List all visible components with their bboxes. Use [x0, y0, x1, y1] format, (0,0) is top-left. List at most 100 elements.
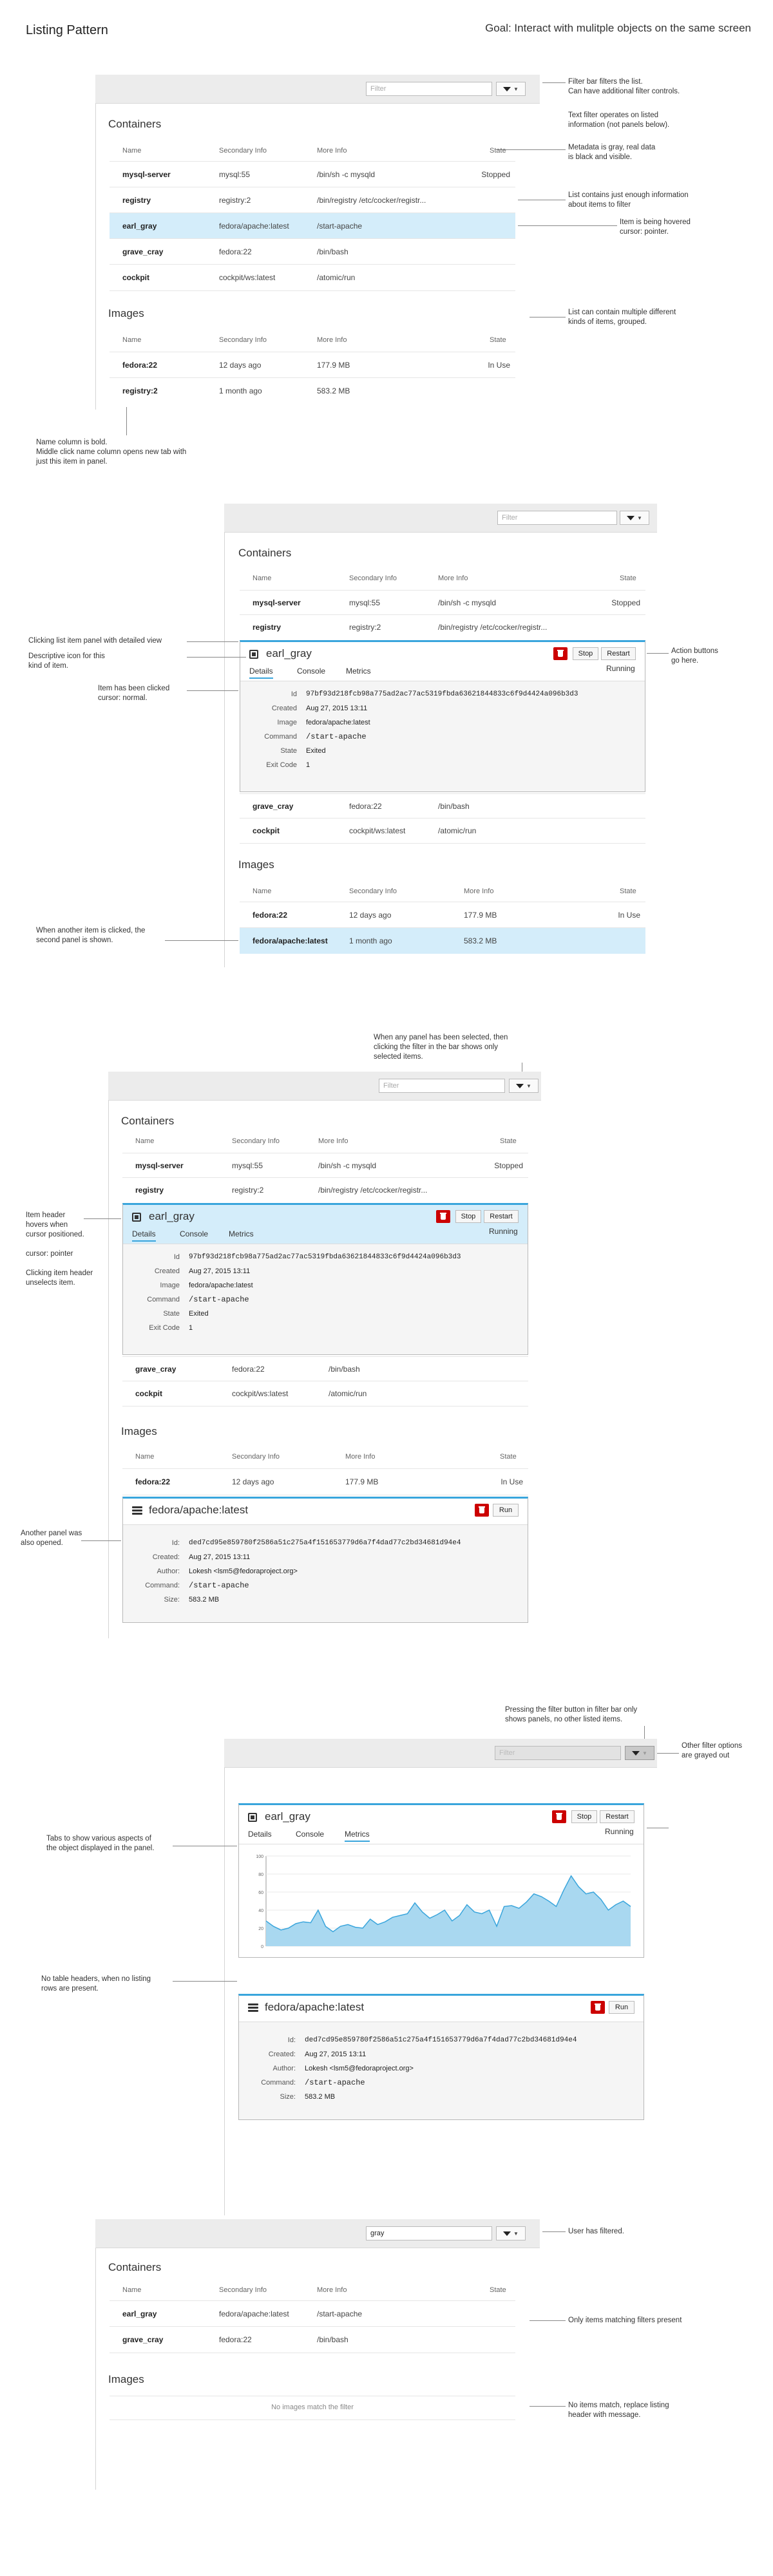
panel-header[interactable]: earl_gray Stop Restart Running Details C… — [239, 1805, 644, 1844]
table-row-hovered[interactable]: earl_gray fedora/apache:latest /start-ap… — [110, 213, 515, 239]
detail-key: Id: — [287, 2036, 296, 2044]
restart-button[interactable]: Restart — [601, 647, 636, 660]
table-row[interactable]: cockpit cockpit/ws:latest /atomic/run — [240, 818, 645, 844]
panel-header[interactable]: fedora/apache:latest Run — [239, 1996, 644, 2022]
row-name: grave_cray — [253, 802, 294, 811]
delete-button[interactable] — [475, 1504, 489, 1517]
detail-value: ded7cd95e859780f2586a51c275a4f151653779d… — [305, 2036, 577, 2044]
detail-value: /start-apache — [305, 2078, 365, 2087]
container-icon — [248, 1813, 257, 1822]
funnel-icon — [516, 1084, 524, 1088]
detail-value: fedora/apache:latest — [189, 1282, 253, 1289]
filter-bar: Filter ▼ — [95, 75, 540, 104]
table-row[interactable]: grave_cray fedora:22 /bin/bash — [122, 1356, 528, 1381]
table-row[interactable]: registry:2 1 month ago 583.2 MB — [110, 377, 515, 404]
stop-button[interactable]: Stop — [573, 647, 598, 660]
filter-input[interactable]: gray — [366, 2226, 492, 2240]
tab-console[interactable]: Console — [180, 1229, 208, 1238]
filter-input[interactable]: Filter — [379, 1079, 505, 1093]
callout-line — [647, 653, 669, 654]
table-row[interactable]: mysql-server mysql:55 /bin/sh -c mysqld … — [240, 590, 645, 615]
row-more: 177.9 MB — [345, 1477, 379, 1486]
tab-console[interactable]: Console — [297, 667, 325, 676]
table-row[interactable]: earl_gray fedora/apache:latest /start-ap… — [110, 2300, 515, 2327]
filter-button-pressed[interactable]: ▼ — [625, 1746, 654, 1760]
filter-button[interactable]: ▼ — [496, 2226, 526, 2240]
row-secondary: fedora/apache:latest — [219, 222, 289, 231]
table-row[interactable]: registry registry:2 /bin/registry /etc/c… — [110, 187, 515, 213]
stop-button[interactable]: Stop — [455, 1210, 481, 1223]
delete-button[interactable] — [436, 1210, 450, 1223]
tab-metrics[interactable]: Metrics — [229, 1229, 254, 1238]
callout-line — [187, 641, 238, 642]
table-row[interactable]: mysql-server mysql:55 /bin/sh -c mysqld … — [110, 161, 515, 187]
container-icon — [249, 650, 258, 659]
tab-metrics[interactable]: Metrics — [346, 667, 371, 676]
table-row[interactable]: registry registry:2 /bin/registry /etc/c… — [240, 614, 645, 639]
row-name: registry:2 — [122, 386, 158, 395]
table-row[interactable]: fedora:22 12 days ago 177.9 MB In Use — [240, 902, 645, 928]
row-name: fedora:22 — [135, 1477, 171, 1486]
mockup-5 — [95, 2219, 540, 2490]
table-row[interactable]: fedora:22 12 days ago 177.9 MB In Use — [122, 1468, 528, 1495]
col-state: State — [500, 1137, 517, 1145]
row-secondary: fedora:22 — [232, 1365, 265, 1374]
run-button[interactable]: Run — [493, 1504, 519, 1517]
filter-input[interactable]: Filter — [366, 82, 492, 96]
col-name: Name — [135, 1453, 155, 1461]
tab-details[interactable]: Details — [248, 1830, 272, 1839]
filter-button[interactable]: ▼ — [620, 511, 649, 525]
restart-button[interactable]: Restart — [600, 1810, 635, 1823]
restart-button[interactable]: Restart — [484, 1210, 519, 1223]
tab-details[interactable]: Details — [132, 1229, 156, 1242]
note-action-buttons: Action buttons go here. — [671, 647, 718, 665]
table-row[interactable]: mysql-server mysql:55 /bin/sh -c mysqld … — [122, 1153, 528, 1178]
filter-button[interactable]: ▼ — [496, 82, 526, 96]
callout-line — [165, 940, 238, 941]
tab-details[interactable]: Details — [249, 667, 273, 679]
row-name: mysql-server — [122, 170, 171, 179]
table-row[interactable]: fedora:22 12 days ago 177.9 MB In Use — [110, 352, 515, 378]
row-secondary: mysql:55 — [232, 1161, 263, 1170]
row-name: fedora/apache:latest — [253, 936, 328, 945]
callout-line — [644, 1726, 645, 1739]
row-name: cockpit — [253, 826, 280, 835]
detail-value: 97bf93d218fcb98a775ad2ac77ac5319fbda6362… — [189, 1253, 461, 1261]
col-name: Name — [122, 147, 142, 155]
table-row[interactable]: grave_cray fedora:22 /bin/bash — [110, 238, 515, 265]
row-secondary: registry:2 — [349, 623, 381, 632]
row-more: /atomic/run — [317, 273, 356, 282]
filter-input[interactable]: Filter — [497, 511, 617, 525]
run-button[interactable]: Run — [609, 2001, 635, 2014]
note-no-items: No items match, replace listing header w… — [568, 2401, 669, 2419]
delete-button[interactable] — [552, 1810, 566, 1823]
panel-header-hovered[interactable]: earl_gray Stop Restart Running Details C… — [123, 1205, 528, 1244]
table-row[interactable]: grave_cray fedora:22 /bin/bash — [240, 793, 645, 819]
table-row[interactable]: cockpit cockpit/ws:latest /atomic/run — [110, 264, 515, 291]
table-row[interactable]: grave_cray fedora:22 /bin/bash — [110, 2326, 515, 2353]
stop-button[interactable]: Stop — [571, 1810, 597, 1823]
delete-button[interactable] — [553, 647, 568, 660]
callout-line — [187, 657, 246, 658]
panel-header[interactable]: fedora/apache:latest Run — [123, 1499, 528, 1524]
row-secondary: mysql:55 — [349, 598, 381, 607]
col-more: More Info — [317, 147, 347, 155]
col-more: More Info — [438, 574, 468, 582]
table-row-hovered[interactable]: fedora/apache:latest 1 month ago 583.2 M… — [240, 927, 645, 954]
tab-console[interactable]: Console — [296, 1830, 324, 1839]
panel-header[interactable]: earl_gray Stop Restart Running Details C… — [240, 642, 645, 681]
row-secondary: cockpit/ws:latest — [219, 273, 276, 282]
filter-button[interactable]: ▼ — [509, 1079, 539, 1093]
table-row[interactable]: registry registry:2 /bin/registry /etc/c… — [122, 1177, 528, 1202]
detail-key: Size: — [164, 1596, 180, 1604]
detail-value: Aug 27, 2015 13:11 — [306, 705, 368, 712]
tab-metrics[interactable]: Metrics — [345, 1830, 370, 1842]
table-row[interactable]: cockpit cockpit/ws:latest /atomic/run — [122, 1381, 528, 1406]
images-heading: Images — [108, 2373, 144, 2385]
detail-value: Aug 27, 2015 13:11 — [305, 2050, 367, 2058]
image-icon — [248, 2003, 258, 2012]
delete-button[interactable] — [591, 2001, 605, 2014]
row-more: 583.2 MB — [317, 386, 350, 395]
note-another-panel: Another panel was also opened. — [21, 1530, 82, 1547]
panel-details: Id: ded7cd95e859780f2586a51c275a4f151653… — [123, 1524, 528, 1622]
